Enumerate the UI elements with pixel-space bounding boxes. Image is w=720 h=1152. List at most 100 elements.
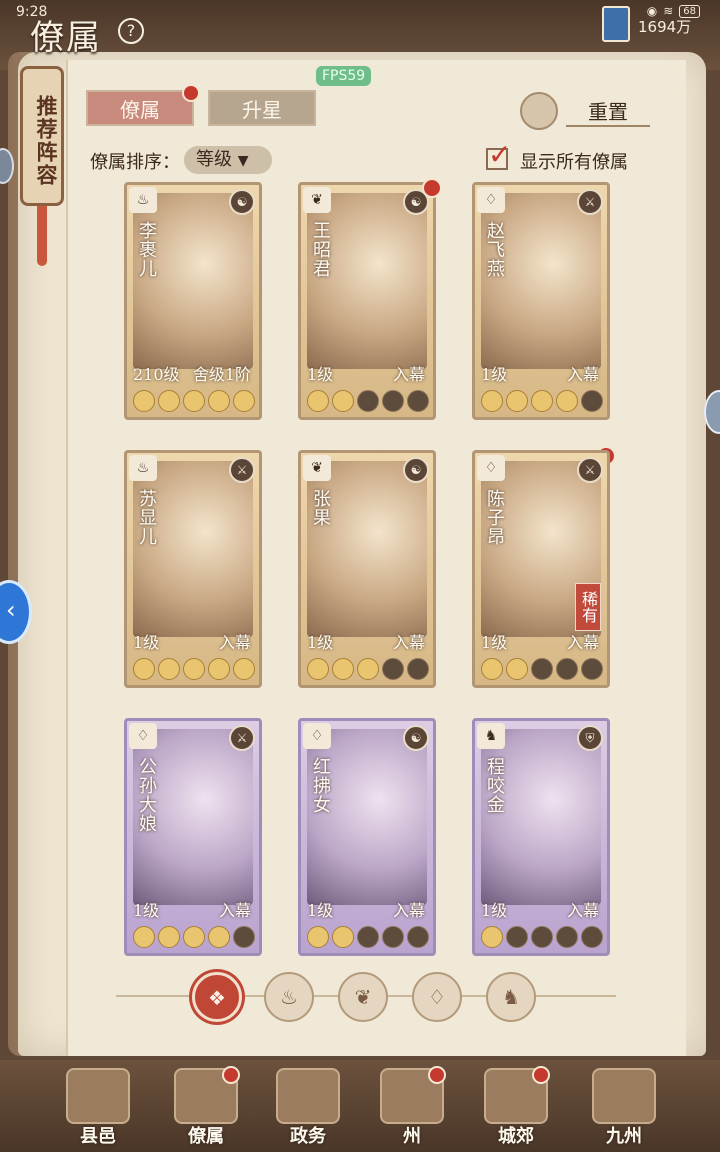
retainer-level: 1级 [307,365,334,384]
map-scroll-icon [592,1068,656,1124]
tab-red-dot [182,84,200,102]
yin-yang-icon: ☯ [403,457,429,483]
sort-value: 等级 [196,149,232,170]
moon-icon [208,390,230,412]
card-red-dot [422,178,442,198]
calabash-icon: ♨ [129,187,157,213]
moon-icon [407,658,429,680]
moon-icon [158,390,180,412]
right-edge-handle[interactable] [704,390,720,434]
fan-icon: ♢ [477,187,505,213]
retainer-portrait [481,193,601,369]
moon-icon [556,390,578,412]
star-row [133,926,255,948]
moon-icon [208,926,230,948]
moon-icon [481,390,503,412]
nav-label: 僚属 [188,1126,224,1147]
chevron-left-icon: ‹ [6,596,16,624]
retainer-level: 210级 [133,365,180,384]
yin-yang-icon: ☯ [229,189,255,215]
nav-nine-provinces[interactable]: 九州 [576,1068,672,1148]
retainer-status: 入幕 [392,901,425,920]
nav-label: 县邑 [80,1126,116,1147]
filter-all-button[interactable]: ❖ [192,972,242,1022]
nav-label: 九州 [606,1126,642,1147]
retainer-card[interactable]: ♢ ⚔ 公孙大娘 1级 入幕 [124,718,262,956]
retainer-card[interactable]: ♨ ☯ 李裹儿 210级 舍级1阶 [124,182,262,420]
nav-red-dot [428,1066,446,1084]
reset-icon[interactable] [520,92,558,130]
tab-retainers[interactable]: 僚属 [86,90,194,126]
retainer-portrait [133,193,253,369]
sort-label: 僚属排序： [90,152,180,173]
retainer-name: 赵飞燕 [484,221,505,278]
fan-icon: ♢ [129,723,157,749]
moon-icon [581,390,603,412]
nav-retainers[interactable]: 僚属 [158,1066,254,1148]
rare-badge: 稀有 [575,583,601,631]
moon-icon [233,926,255,948]
nav-prefecture[interactable]: 州 [364,1066,460,1148]
nav-red-dot [532,1066,550,1084]
retainer-card[interactable]: ❦ ☯ 王昭君 1级 入幕 [298,182,436,420]
nav-county[interactable]: 县邑 [50,1068,146,1148]
moon-icon [382,926,404,948]
retainer-portrait [133,461,253,637]
retainer-card[interactable]: ♢ ⚔ 赵飞燕 1级 入幕 [472,182,610,420]
retainer-name: 李裹儿 [136,221,157,278]
sword-icon: ⚔ [577,189,603,215]
retainer-card[interactable]: ♢ ⚔ 陈子昂 稀有 1级 入幕 [472,450,610,688]
moon-icon [307,658,329,680]
check-icon: ✓ [488,138,512,171]
retainer-name: 张果 [310,489,331,527]
star-row [481,926,603,948]
retainer-card[interactable]: ♞ ⛨ 程咬金 1级 入幕 [472,718,610,956]
mount-icon: ♞ [477,723,505,749]
filter-fan-button[interactable]: ♢ [412,972,462,1022]
retainer-level: 1级 [481,365,508,384]
retainer-name: 红拂女 [310,757,331,814]
filter-gourd-button[interactable]: ❦ [338,972,388,1022]
retainer-level: 1级 [133,901,160,920]
star-row [481,390,603,412]
nav-suburbs[interactable]: 城郊 [468,1066,564,1148]
currency-amount: 1694万 [638,18,692,36]
show-all-label: 显示所有僚属 [520,152,628,173]
nav-red-dot [222,1066,240,1084]
type-filter-row: ❖ ♨ ❦ ♢ ♞ [116,966,616,1026]
moon-icon [332,658,354,680]
moon-icon [208,658,230,680]
moon-icon [407,390,429,412]
retainer-portrait [307,729,427,905]
filter-mount-button[interactable]: ♞ [486,972,536,1022]
retainer-level: 1级 [307,633,334,652]
moon-icon [183,926,205,948]
retainer-level: 1级 [133,633,160,652]
moon-icon [357,926,379,948]
tab-star-up[interactable]: 升星 [208,90,316,126]
retainer-status: 舍级1阶 [192,365,251,384]
gourd-icon: ❦ [303,187,331,213]
retainer-card[interactable]: ♨ ⚔ 苏显儿 1级 入幕 [124,450,262,688]
retainer-status: 入幕 [566,365,599,384]
retainer-card[interactable]: ❦ ☯ 张果 1级 入幕 [298,450,436,688]
retainer-level: 1级 [481,633,508,652]
retainer-card[interactable]: ♢ ☯ 红拂女 1级 入幕 [298,718,436,956]
retainer-status: 入幕 [218,633,251,652]
notebook-icon[interactable] [602,6,630,42]
retainer-status: 入幕 [566,633,599,652]
nav-affairs[interactable]: 政务 [260,1068,356,1148]
moon-icon [481,658,503,680]
nav-label: 城郊 [498,1126,534,1147]
moon-icon [506,658,528,680]
recommended-lineup-button[interactable]: 推荐阵容 [20,66,64,206]
chevron-down-icon: ▼ [237,153,249,169]
question-icon[interactable]: ? [118,18,144,44]
retainer-name: 陈子昂 [484,489,505,546]
reset-button[interactable]: 重置 [566,96,650,127]
sort-dropdown[interactable]: 等级 ▼ [184,146,272,174]
filter-calabash-button[interactable]: ♨ [264,972,314,1022]
moon-icon [332,390,354,412]
star-row [481,658,603,680]
retainer-name: 苏显儿 [136,489,157,546]
